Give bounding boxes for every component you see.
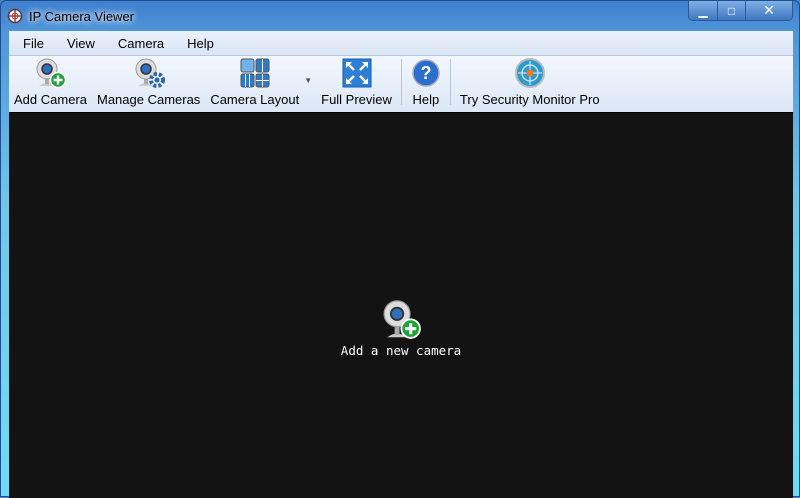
menu-file[interactable]: File bbox=[15, 36, 52, 51]
camera-layout-button[interactable]: Camera Layout bbox=[205, 57, 304, 107]
maximize-button[interactable]: □ bbox=[717, 1, 745, 20]
title-bar: IP Camera Viewer bbox=[7, 5, 134, 27]
menu-camera[interactable]: Camera bbox=[110, 36, 172, 51]
help-button[interactable]: ? Help bbox=[406, 57, 446, 107]
add-camera-button[interactable]: Add Camera bbox=[9, 57, 92, 107]
camera-layout-dropdown-arrow-icon[interactable]: ▼ bbox=[304, 76, 312, 85]
add-camera-icon bbox=[383, 300, 422, 339]
add-new-camera-label: Add a new camera bbox=[340, 343, 462, 358]
manage-cameras-label: Manage Cameras bbox=[96, 92, 201, 107]
try-security-monitor-pro-button[interactable]: Try Security Monitor Pro bbox=[455, 57, 605, 107]
add-camera-label: Add Camera bbox=[14, 92, 87, 107]
menu-help[interactable]: Help bbox=[179, 36, 222, 51]
camera-layout-icon bbox=[240, 58, 270, 88]
menu-bar: File View Camera Help bbox=[9, 31, 793, 56]
menu-view[interactable]: View bbox=[59, 36, 103, 51]
camera-view-area: Add a new camera bbox=[9, 112, 793, 498]
manage-cameras-icon bbox=[135, 58, 165, 88]
window-title: IP Camera Viewer bbox=[29, 8, 135, 24]
manage-cameras-button[interactable]: Manage Cameras bbox=[92, 57, 205, 107]
full-preview-label: Full Preview bbox=[321, 92, 392, 107]
add-new-camera-button[interactable]: Add a new camera bbox=[341, 299, 461, 358]
help-icon: ? bbox=[412, 59, 440, 87]
help-label: Help bbox=[412, 92, 440, 107]
toolbar-separator bbox=[400, 58, 402, 105]
try-security-monitor-pro-label: Try Security Monitor Pro bbox=[459, 92, 600, 107]
minimize-button[interactable]: ▁ bbox=[689, 1, 717, 20]
svg-text:?: ? bbox=[420, 63, 431, 83]
toolbar: Add Camera Manage Cameras Camera Layout … bbox=[9, 56, 793, 112]
app-icon bbox=[7, 8, 23, 24]
full-preview-button[interactable]: Full Preview bbox=[316, 57, 397, 107]
full-preview-icon bbox=[342, 58, 372, 88]
camera-layout-label: Camera Layout bbox=[210, 92, 300, 107]
close-button[interactable]: ✕ bbox=[745, 1, 792, 20]
app-window: IP Camera Viewer ▁ □ ✕ File View Camera … bbox=[0, 0, 800, 498]
add-camera-icon bbox=[36, 58, 67, 89]
security-monitor-pro-icon bbox=[514, 58, 545, 88]
toolbar-separator bbox=[449, 58, 451, 105]
